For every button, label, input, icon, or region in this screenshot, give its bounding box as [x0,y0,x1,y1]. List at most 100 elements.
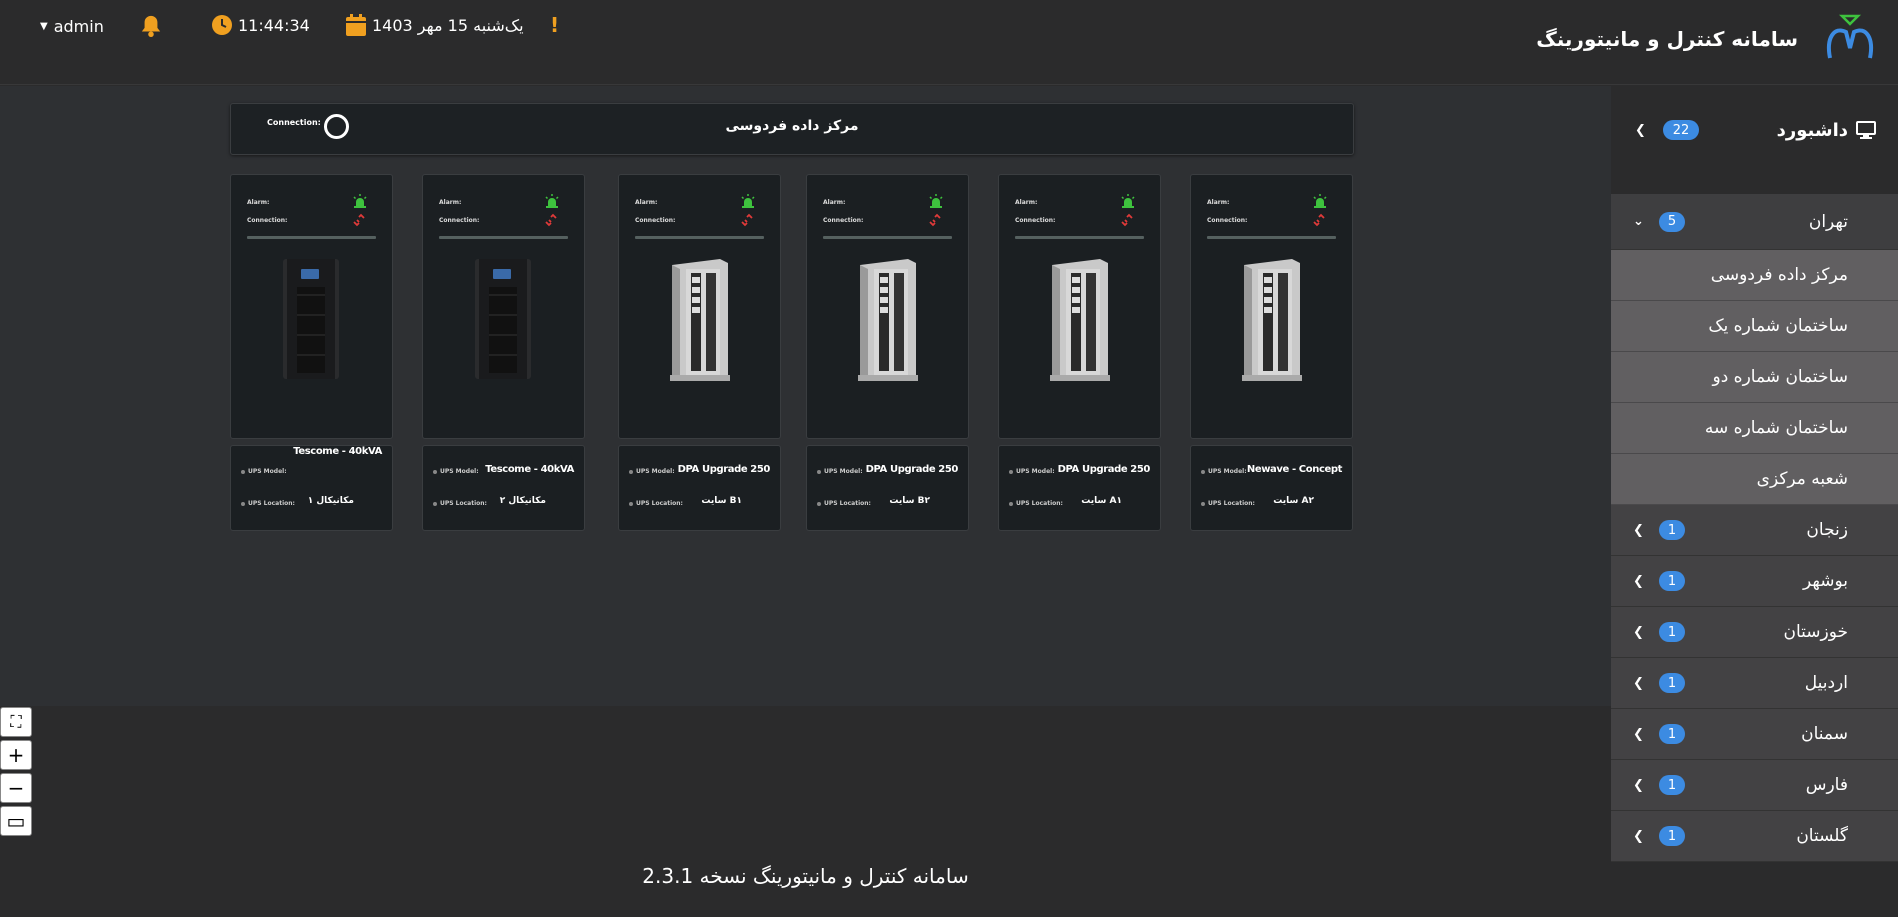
site-header-box: Connection: مرکز داده فردوسی [230,103,1354,155]
broken-link-icon [1313,213,1325,227]
sidebar-item-province[interactable]: بوشهر 1 ❯ [1611,556,1898,607]
chevron-right-icon: ❯ [1633,777,1644,793]
sidebar-item-province[interactable]: سمنان 1 ❯ [1611,709,1898,760]
alarm-label: Alarm: [439,199,462,206]
main-canvas: Connection: مرکز داده فردوسی Alarm: Conn… [0,86,1611,706]
dot-icon [629,469,633,474]
zoom-in-button[interactable]: + [0,740,32,770]
sidebar-subitem-label: ساختمان شماره یک [1708,316,1848,336]
sidebar-subitem-site[interactable]: ساختمان شماره سه [1611,403,1898,454]
ups-model-value: DPA Upgrade 250 [1057,464,1151,475]
sidebar-item-label: داشبورد [1776,119,1848,141]
broken-link-icon [741,213,753,227]
sidebar-item-label: بوشهر [1803,571,1848,591]
fullscreen-icon: ⛶ [10,712,22,731]
count-badge: 1 [1659,622,1685,642]
user-menu[interactable]: ▼ admin [40,17,104,36]
zoom-controls: ⛶ + − ▭ [0,707,33,839]
ups-model-label: UPS Model: [1201,468,1247,475]
sidebar-item-tehran[interactable]: تهران 5 ⌄ [1611,194,1898,250]
separator [439,236,568,239]
separator [635,236,764,239]
fullscreen-button[interactable]: ⛶ [0,707,32,737]
sidebar-item-province[interactable]: زنجان 1 ❯ [1611,505,1898,556]
connection-label: Connection: [439,217,480,224]
connection-label: Connection: [823,217,864,224]
ups-model-label: UPS Model: [1009,468,1055,475]
sidebar-item-province[interactable]: خوزستان 1 ❯ [1611,607,1898,658]
sidebar-item-province[interactable]: گلستان 1 ❯ [1611,811,1898,862]
broken-link-icon [1121,213,1133,227]
sidebar-item-label: تهران [1808,211,1848,232]
count-badge: 1 [1659,571,1685,591]
broken-link-icon [353,213,365,227]
sidebar-subitem-site[interactable]: مرکز داده فردوسی [1611,250,1898,301]
sidebar-subitem-label: شعبه مرکزی [1756,469,1848,489]
ups-card[interactable]: Alarm: Connection: DPA Upgrade 250 UPS M… [998,174,1161,531]
ups-image-dpa [619,255,780,385]
ups-card-status: Alarm: Connection: [998,174,1161,439]
sidebar-item-dashboard[interactable]: داشبورد 22 ❯ [1611,108,1898,152]
ups-card[interactable]: Alarm: Connection: DPA Upgrade 250 UPS M… [806,174,969,531]
ups-location-value: سایت A۲ [1273,496,1314,506]
sidebar-item-label: فارس [1805,775,1848,795]
sidebar-item-province[interactable]: اردبیل 1 ❯ [1611,658,1898,709]
ups-location-value: مکانیکال ۱ [307,496,354,506]
dot-icon [241,469,245,474]
ups-location-label: UPS Location: [1009,500,1063,507]
dot-icon [817,469,821,474]
ups-model-label: UPS Model: [817,468,863,475]
ups-location-value: سایت A۱ [1081,496,1122,506]
separator [247,236,376,239]
ups-card-status: Alarm: Connection: [422,174,585,439]
clock-time: 11:44:34 [238,15,310,35]
alarm-light-icon [353,194,367,208]
sidebar-item-province[interactable]: فارس 1 ❯ [1611,760,1898,811]
ups-card-status: Alarm: Connection: [618,174,781,439]
sidebar-subitem-label: ساختمان شماره سه [1704,418,1848,438]
sidebar-subitem-site[interactable]: شعبه مرکزی [1611,454,1898,505]
chevron-right-icon: ❯ [1635,122,1646,138]
calendar-icon [346,14,366,36]
ups-card[interactable]: Alarm: Connection: Tescome - 40kVA UPS M… [230,174,393,531]
user-name: admin [53,17,104,36]
sidebar: داشبورد 22 ❯ تهران 5 ⌄ مرکز داده فردوسی … [1611,86,1898,862]
ups-card-status: Alarm: Connection: [1190,174,1353,439]
ups-card-info: DPA Upgrade 250 UPS Model: UPS Location:… [998,445,1161,531]
ups-card-info: Tescome - 40kVA UPS Model: UPS Location:… [422,445,585,531]
ups-card[interactable]: Alarm: Connection: Tescome - 40kVA UPS M… [422,174,585,531]
date-text: یک‌شنبه 15 مهر 1403 [372,15,524,35]
ups-card[interactable]: Alarm: Connection: Newave - Concept UPS … [1190,174,1353,531]
ups-location-label: UPS Location: [1201,500,1255,507]
fit-view-button[interactable]: ▭ [0,806,32,836]
alert-indicator[interactable]: ! [550,13,559,37]
ups-model-value: DPA Upgrade 250 [677,464,771,475]
connection-label: Connection: [247,217,288,224]
count-badge: 1 [1659,724,1685,744]
ups-location-label: UPS Location: [433,500,487,507]
notifications-bell[interactable] [140,14,162,38]
count-badge: 5 [1659,211,1685,232]
sidebar-subitem-site[interactable]: ساختمان شماره دو [1611,352,1898,403]
ups-card-info: DPA Upgrade 250 UPS Model: UPS Location:… [618,445,781,531]
connection-label: Connection: [1015,217,1056,224]
zoom-out-button[interactable]: − [0,773,32,803]
pin-icon [433,501,437,506]
ups-location-label: UPS Location: [241,500,295,507]
dot-icon [1201,469,1205,474]
chevron-right-icon: ❯ [1633,675,1644,691]
sidebar-subitem-label: مرکز داده فردوسی [1710,265,1848,285]
ups-card-status: Alarm: Connection: [230,174,393,439]
ups-model-value: Tescome - 40kVA [293,446,382,457]
top-bar: ▼ admin 11:44:34 یک‌شنبه 15 مهر 1403 ! س… [0,0,1898,85]
pin-icon [817,501,821,506]
pin-icon [241,501,245,506]
ups-model-value: DPA Upgrade 250 [865,464,959,475]
exclamation-icon: ! [550,13,560,37]
ups-model-label: UPS Model: [433,468,479,475]
sidebar-subitem-site[interactable]: ساختمان شماره یک [1611,301,1898,352]
sidebar-item-label: گلستان [1796,826,1848,846]
ups-card[interactable]: Alarm: Connection: DPA Upgrade 250 UPS M… [618,174,781,531]
date-display: یک‌شنبه 15 مهر 1403 [346,14,524,36]
ups-image-dpa [1191,255,1352,385]
